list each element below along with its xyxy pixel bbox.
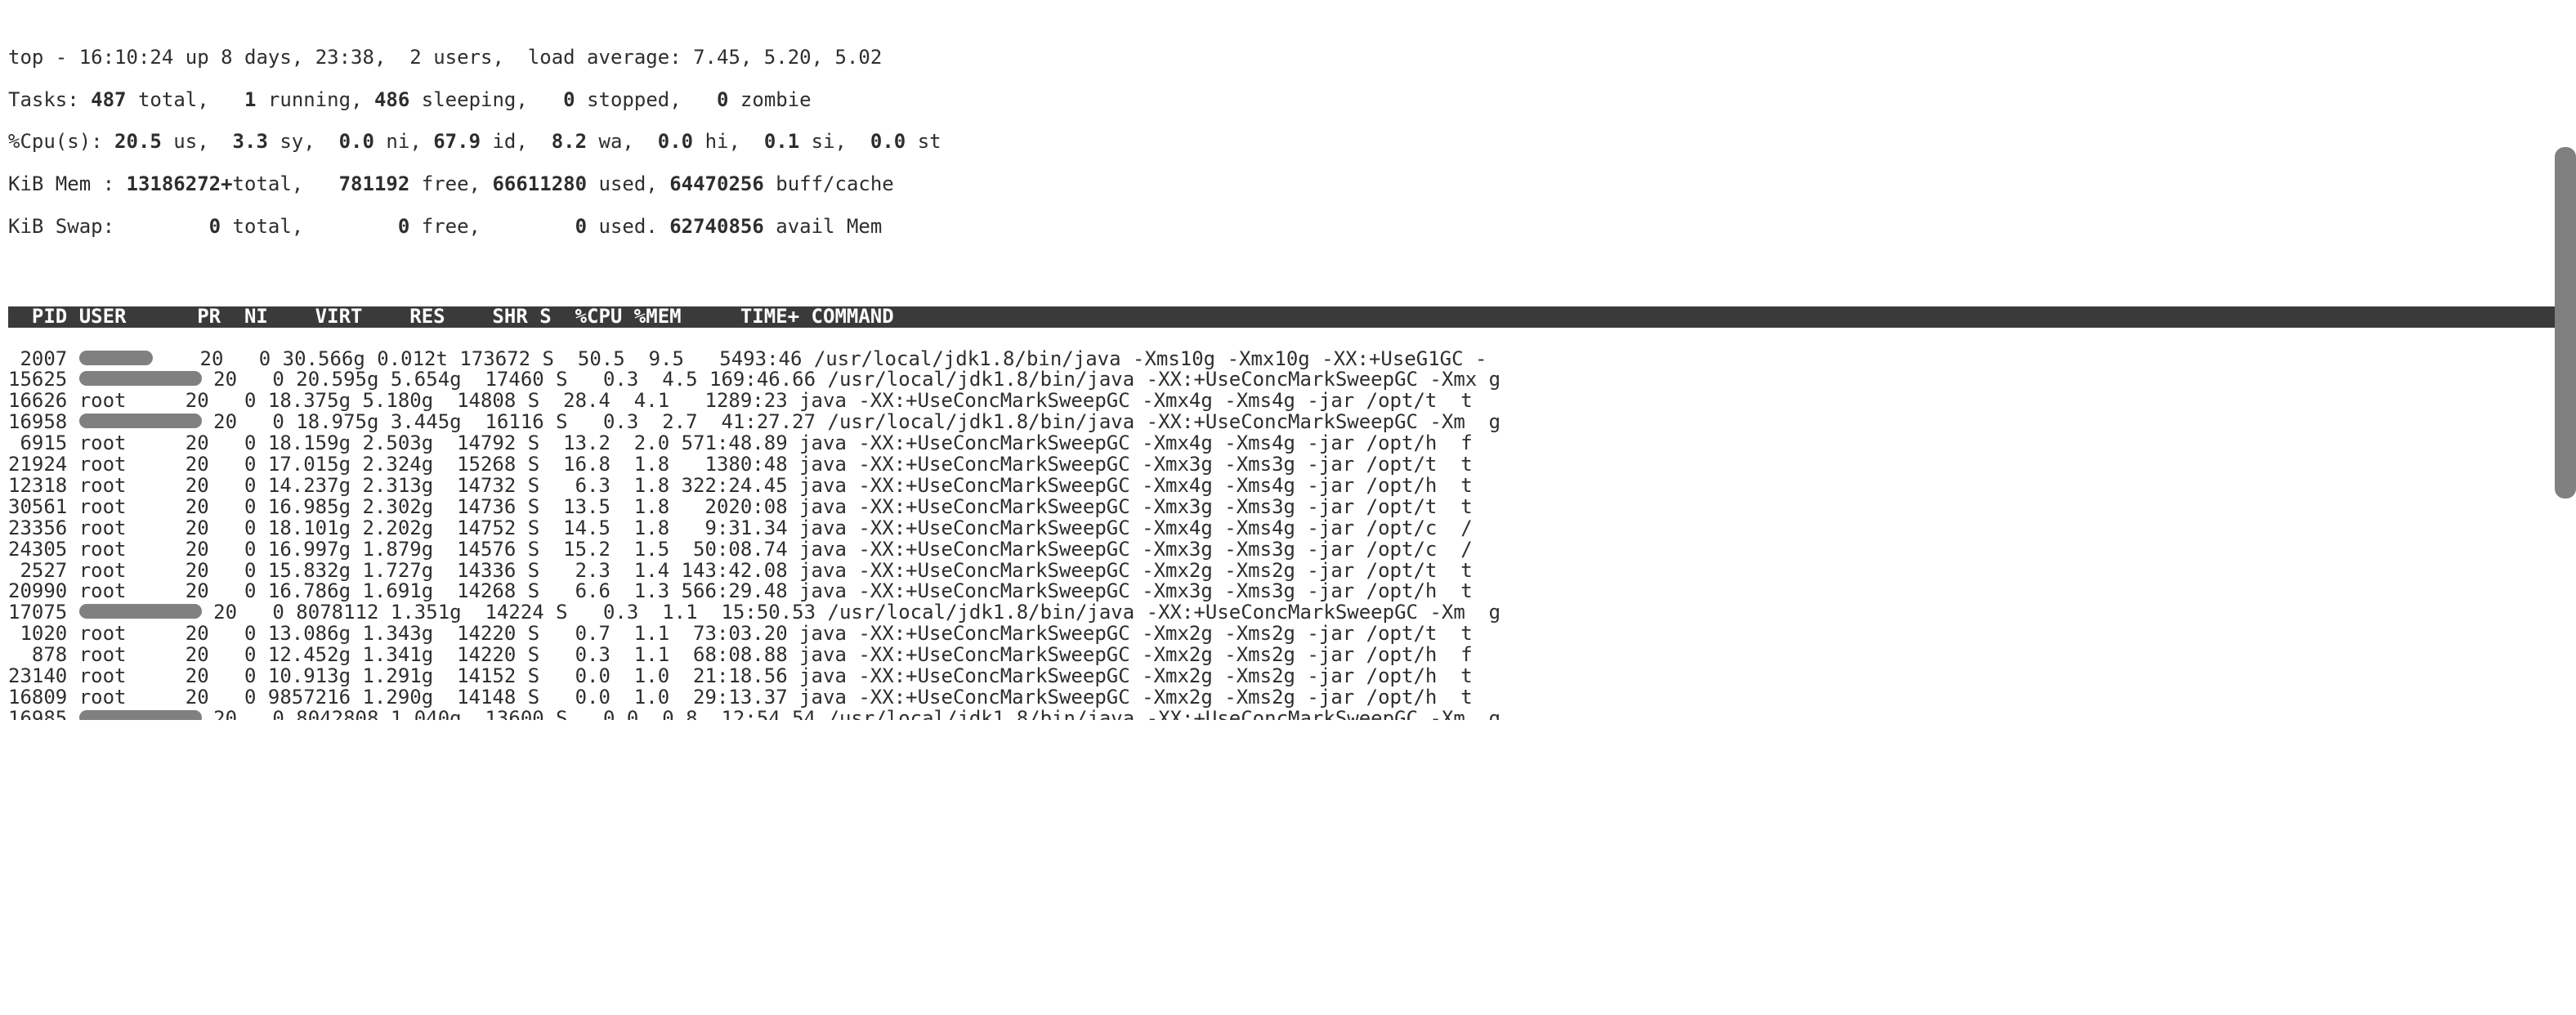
process-row: 21924 root 20 0 17.015g 2.324g 15268 S 1…	[8, 454, 2568, 476]
redacted-user	[79, 351, 153, 365]
process-row: 17075 20 0 8078112 1.351g 14224 S 0.3 1.…	[8, 602, 2568, 624]
process-row: 16985 20 0 8042808 1.040g 13600 S 0.0 0.…	[8, 709, 2568, 720]
process-row: 16809 root 20 0 9857216 1.290g 14148 S 0…	[8, 687, 2568, 709]
process-row: 24305 root 20 0 16.997g 1.879g 14576 S 1…	[8, 539, 2568, 561]
process-list: 2007 20 0 30.566g 0.012t 173672 S 50.5 9…	[8, 349, 2568, 720]
redacted-user	[79, 710, 202, 720]
summary-line-swap: KiB Swap: 0 total, 0 free, 0 used. 62740…	[8, 217, 2568, 238]
process-row: 12318 root 20 0 14.237g 2.313g 14732 S 6…	[8, 476, 2568, 497]
process-row: 23140 root 20 0 10.913g 1.291g 14152 S 0…	[8, 666, 2568, 687]
summary-line-cpu: %Cpu(s): 20.5 us, 3.3 sy, 0.0 ni, 67.9 i…	[8, 132, 2568, 153]
process-row: 2007 20 0 30.566g 0.012t 173672 S 50.5 9…	[8, 349, 2568, 370]
process-row: 30561 root 20 0 16.985g 2.302g 14736 S 1…	[8, 497, 2568, 518]
table-header: PID USER PR NI VIRT RES SHR S %CPU %MEM …	[8, 306, 2568, 328]
process-row: 1020 root 20 0 13.086g 1.343g 14220 S 0.…	[8, 624, 2568, 645]
redacted-user	[79, 371, 202, 386]
redacted-user	[79, 604, 202, 619]
summary-line-uptime: top - 16:10:24 up 8 days, 23:38, 2 users…	[8, 47, 2568, 69]
process-row: 6915 root 20 0 18.159g 2.503g 14792 S 13…	[8, 433, 2568, 454]
process-row: 16626 root 20 0 18.375g 5.180g 14808 S 2…	[8, 391, 2568, 412]
process-row: 16958 20 0 18.975g 3.445g 16116 S 0.3 2.…	[8, 412, 2568, 433]
process-row: 15625 20 0 20.595g 5.654g 17460 S 0.3 4.…	[8, 369, 2568, 391]
terminal-output: top - 16:10:24 up 8 days, 23:38, 2 users…	[0, 0, 2576, 784]
redacted-user	[79, 414, 202, 428]
process-row: 878 root 20 0 12.452g 1.341g 14220 S 0.3…	[8, 645, 2568, 666]
summary-line-tasks: Tasks: 487 total, 1 running, 486 sleepin…	[8, 90, 2568, 111]
summary-line-mem: KiB Mem : 13186272+total, 781192 free, 6…	[8, 174, 2568, 195]
process-row: 20990 root 20 0 16.786g 1.691g 14268 S 6…	[8, 581, 2568, 602]
scrollbar-thumb[interactable]	[2555, 147, 2576, 499]
process-row: 23356 root 20 0 18.101g 2.202g 14752 S 1…	[8, 518, 2568, 539]
process-row: 2527 root 20 0 15.832g 1.727g 14336 S 2.…	[8, 561, 2568, 582]
